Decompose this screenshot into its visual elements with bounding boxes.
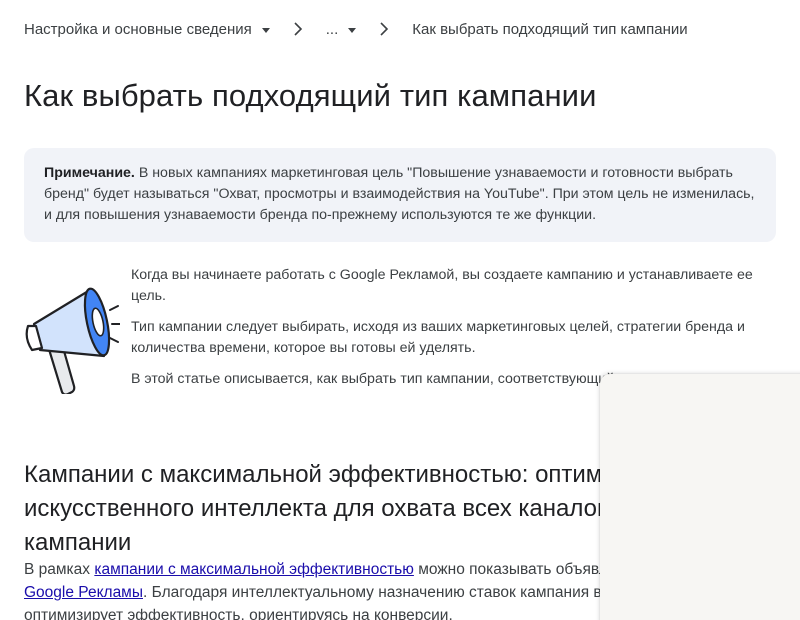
breadcrumb: Настройка и основные сведения ... Как вы… (24, 18, 800, 40)
note-callout: Примечание. В новых кампаниях маркетинго… (24, 148, 776, 242)
overlay-panel[interactable] (600, 374, 800, 620)
intro-paragraph: Когда вы начинаете работать с Google Рек… (131, 267, 753, 304)
page-title: Как выбрать подходящий тип кампании (24, 78, 597, 113)
chevron-right-icon (374, 22, 394, 36)
performance-max-link[interactable]: кампании с максимальной эффективностью (94, 561, 414, 578)
breadcrumb-ellipsis-label[interactable]: ... (326, 21, 339, 38)
breadcrumb-current: Как выбрать подходящий тип кампании (412, 20, 688, 38)
caret-down-icon[interactable] (261, 27, 270, 33)
caret-down-icon[interactable] (348, 27, 357, 33)
note-text: В новых кампаниях маркетинговая цель "По… (44, 165, 755, 223)
chevron-right-icon (288, 22, 308, 36)
breadcrumb-ellipsis[interactable]: ... (326, 21, 357, 38)
section-body-text: В рамках (24, 561, 95, 578)
breadcrumb-root-label[interactable]: Настройка и основные сведения (24, 21, 252, 38)
breadcrumb-root[interactable]: Настройка и основные сведения (24, 21, 270, 38)
intro-paragraph: Тип кампании следует выбирать, исходя из… (131, 319, 745, 356)
note-label: Примечание. (44, 165, 135, 181)
megaphone-illustration (25, 287, 120, 394)
